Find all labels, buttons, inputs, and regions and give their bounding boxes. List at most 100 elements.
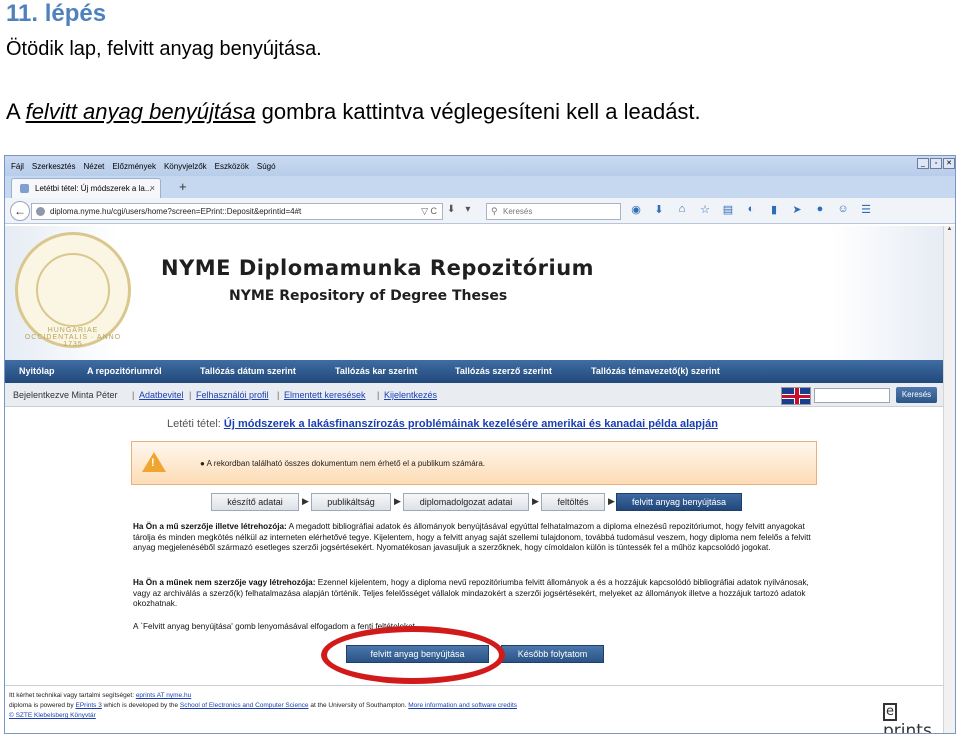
scroll-up-icon[interactable]: ▲: [944, 226, 955, 232]
highlight-annotation: [321, 626, 505, 684]
menu-bar: Fájl Szerkesztés Nézet Előzmények Könyvj…: [5, 156, 955, 176]
step-title: 11. lépés: [6, 0, 107, 27]
desc-suffix: gombra kattintva véglegesíteni kell a le…: [255, 99, 701, 124]
site-banner: HUNGARIAE OCCIDENTALIS · ANNO 1735 NYME …: [5, 226, 945, 360]
separator: |: [277, 390, 280, 400]
home-icon[interactable]: ⌂: [675, 203, 689, 216]
vertical-scrollbar[interactable]: ▲: [943, 226, 955, 733]
step-thesis-details[interactable]: diplomadolgozat adatai: [403, 493, 529, 511]
globe-icon: [36, 207, 45, 216]
footer-info-link[interactable]: More information and software credits: [408, 702, 517, 709]
new-tab-icon[interactable]: +: [179, 179, 187, 194]
tab-active[interactable]: Letétbi tétel: Új módszerek a la... ×: [11, 178, 161, 198]
reload-icon[interactable]: ▽ C: [421, 204, 437, 219]
separator: |: [377, 390, 380, 400]
agreement-non-author-heading: Ha Ön a műnek nem szerzője vagy létrehoz…: [133, 578, 316, 587]
university-seal-logo: HUNGARIAE OCCIDENTALIS · ANNO 1735: [15, 232, 131, 348]
url-text: diploma.nyme.hu/cgi/users/home?screen=EP…: [50, 207, 302, 216]
step-publication[interactable]: publikáltság: [311, 493, 391, 511]
pocket-icon[interactable]: ◐: [744, 203, 758, 216]
address-bar[interactable]: diploma.nyme.hu/cgi/users/home?screen=EP…: [31, 203, 443, 220]
menu-help[interactable]: Súgó: [257, 160, 276, 173]
bookmark-star-icon[interactable]: ☆: [698, 203, 712, 216]
close-window-button[interactable]: ✕: [943, 158, 955, 169]
menu-bookmarks[interactable]: Könyvjelzők: [164, 160, 207, 173]
footer-library-link[interactable]: © SZTE Klebelsberg Könyvtár: [9, 712, 96, 719]
agreement-non-author: Ha Ön a műnek nem szerzője vagy létrehoz…: [133, 578, 815, 610]
warning-icon: !: [142, 452, 166, 472]
separator: |: [132, 390, 135, 400]
browser-window: Fájl Szerkesztés Nézet Előzmények Könyvj…: [4, 155, 956, 734]
folder-icon[interactable]: ▮: [767, 203, 781, 216]
search-input[interactable]: ⚲ Keresés: [486, 203, 621, 220]
step-upload[interactable]: feltöltés: [541, 493, 605, 511]
link-logout[interactable]: Kijelentkezés: [384, 390, 437, 400]
nav-about[interactable]: A repozitóriumról: [87, 366, 162, 376]
menu-edit[interactable]: Szerkesztés: [32, 160, 76, 173]
chat-icon[interactable]: ☺: [836, 203, 850, 216]
agreement-author-heading: Ha Ön a mű szerzője illetve létrehozója:: [133, 522, 287, 531]
instruction-header: 11. lépés Ötödik lap, felvitt anyag beny…: [0, 0, 960, 152]
back-arrow-icon[interactable]: ←: [10, 201, 30, 221]
send-icon[interactable]: ➤: [790, 203, 804, 216]
link-profile[interactable]: Felhasználói profil: [196, 390, 269, 400]
agreement-author: Ha Ön a mű szerzője illetve létrehozója:…: [133, 522, 815, 554]
nav-browse-date[interactable]: Tallózás dátum szerint: [200, 366, 296, 376]
footer-eprints-link[interactable]: EPrints 3: [75, 702, 101, 709]
restore-button[interactable]: ▫: [930, 158, 942, 169]
hamburger-menu-icon[interactable]: ☰: [859, 203, 873, 216]
main-navigation: Nyitólap A repozitóriumról Tallózás dátu…: [5, 360, 945, 383]
menu-history[interactable]: Előzmények: [112, 160, 156, 173]
close-tab-icon[interactable]: ×: [150, 183, 155, 193]
footer-copyright: © SZTE Klebelsberg Könyvtár: [9, 712, 96, 719]
footer-email-link[interactable]: eprints AT nyme.hu: [136, 692, 191, 699]
dropdown-icon[interactable]: ▾: [465, 204, 470, 215]
user-bar: Bejelentkezve Minta Péter | Adatbevitel …: [5, 383, 945, 407]
site-search-input[interactable]: [814, 388, 890, 403]
separator: |: [189, 390, 192, 400]
footer-help: Itt kérhet technikai vagy tartalmi segít…: [9, 692, 192, 699]
desc-prefix: A: [6, 99, 26, 124]
step-creators[interactable]: készítő adatai: [211, 493, 299, 511]
footer-credits: diploma is powered by EPrints 3 which is…: [9, 702, 518, 709]
continue-later-button[interactable]: Később folytatom: [501, 645, 604, 663]
agreement-confirm-text: A `Felvitt anyag benyújtása' gomb lenyom…: [133, 622, 418, 631]
step-submit[interactable]: felvitt anyag benyújtása: [616, 493, 742, 511]
link-deposit[interactable]: Adatbevitel: [139, 390, 184, 400]
menu-file[interactable]: Fájl: [11, 160, 24, 173]
warning-text: ● A rekordban található összes dokumentu…: [200, 459, 485, 468]
warning-box: ! ● A rekordban található összes dokumen…: [131, 441, 817, 485]
page-icon: [20, 184, 29, 193]
deposit-title-link[interactable]: Új módszerek a lakásfinanszírozás problé…: [224, 418, 718, 430]
nav-home[interactable]: Nyitólap: [19, 366, 55, 376]
link-saved-searches[interactable]: Elmentett keresések: [284, 390, 366, 400]
nav-browse-author[interactable]: Tallózás szerző szerint: [455, 366, 552, 376]
nav-browse-supervisor[interactable]: Tallózás témavezető(k) szerint: [591, 366, 720, 376]
web-page: HUNGARIAE OCCIDENTALIS · ANNO 1735 NYME …: [5, 226, 945, 734]
footer-school-link[interactable]: School of Electronics and Computer Scien…: [180, 702, 309, 709]
screenshot-icon[interactable]: ◉: [629, 203, 643, 216]
search-placeholder: Keresés: [503, 207, 533, 216]
bookmarks-list-icon[interactable]: ▤: [721, 203, 735, 216]
downloads-icon[interactable]: ⬇: [652, 203, 666, 216]
eprints-logo: eprints: [883, 703, 932, 734]
step-description: A felvitt anyag benyújtása gombra kattin…: [6, 99, 701, 125]
step-arrow-icon: ▶: [608, 496, 615, 506]
download-icon[interactable]: ⬇: [447, 204, 455, 215]
repository-title: NYME Diplomamunka Repozitórium: [161, 256, 595, 280]
minimize-button[interactable]: _: [917, 158, 929, 169]
logged-in-user: Bejelentkezve Minta Péter: [13, 390, 118, 400]
step-arrow-icon: ▶: [302, 496, 309, 506]
site-footer: Itt kérhet technikai vagy tartalmi segít…: [5, 685, 945, 734]
adblock-icon[interactable]: ●: [813, 203, 827, 216]
menu-view[interactable]: Nézet: [83, 160, 104, 173]
search-icon: ⚲: [491, 206, 498, 216]
english-flag-icon[interactable]: [781, 387, 811, 405]
menu-tools[interactable]: Eszközök: [215, 160, 249, 173]
site-search-button[interactable]: Keresés: [896, 387, 937, 403]
step-subtitle: Ötödik lap, felvitt anyag benyújtása.: [6, 38, 322, 60]
nav-browse-faculty[interactable]: Tallózás kar szerint: [335, 366, 417, 376]
tab-bar: Letétbi tétel: Új módszerek a la... × +: [5, 176, 955, 198]
seal-text: HUNGARIAE OCCIDENTALIS · ANNO 1735: [24, 327, 122, 348]
deposit-item-title: Letéti tétel: Új módszerek a lakásfinans…: [167, 418, 718, 430]
